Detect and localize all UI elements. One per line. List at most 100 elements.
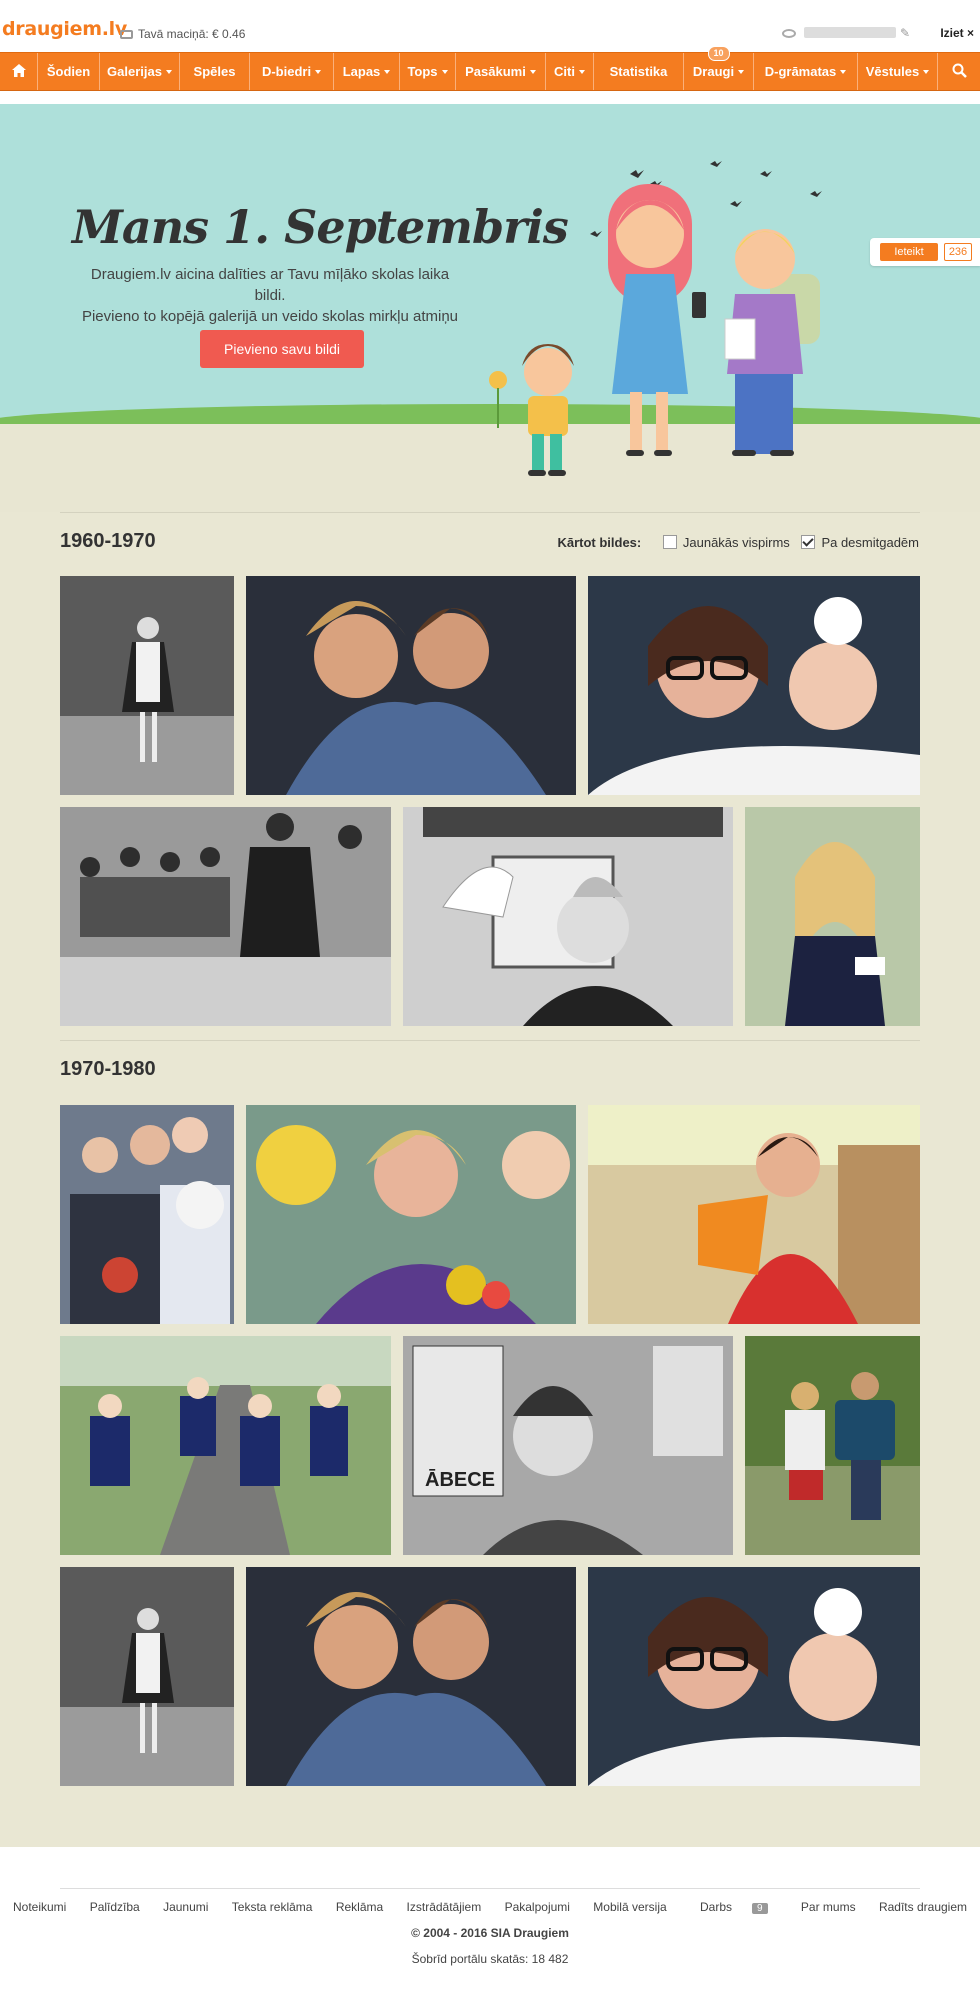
- section-title-1970: 1970-1980: [60, 1058, 156, 1080]
- nav-speles[interactable]: Spēles: [180, 53, 250, 90]
- divider: [60, 512, 920, 513]
- footer-link-izstradatajiem[interactable]: Izstrādātājiem: [407, 1900, 482, 1914]
- nav-label: Šodien: [46, 64, 91, 79]
- logout-link[interactable]: Iziet ×: [940, 26, 974, 40]
- gallery-photo[interactable]: [588, 1567, 920, 1786]
- footer-link-reklama[interactable]: Reklāma: [336, 1900, 383, 1914]
- nav-tops[interactable]: Tops: [400, 53, 456, 90]
- user-profile[interactable]: ✎: [781, 26, 910, 40]
- home-button[interactable]: [0, 53, 38, 90]
- edit-pencil-icon[interactable]: ✎: [900, 26, 910, 40]
- eye-icon: [781, 29, 796, 38]
- section-title-1960: 1960-1970: [60, 530, 156, 552]
- copyright: © 2004 - 2016 SIA Draugiem: [411, 1926, 569, 1940]
- wallet-label: Tavā maciņā: € 0.46: [138, 27, 246, 41]
- gallery-photo[interactable]: [246, 576, 576, 795]
- footer-divider: [60, 1888, 920, 1889]
- darbs-badge: 9: [752, 1903, 768, 1914]
- caret-down-icon: [840, 70, 847, 74]
- nav-pasakumi[interactable]: Pasākumi: [456, 53, 546, 90]
- footer-link-palidziba[interactable]: Palīdzība: [90, 1900, 140, 1914]
- friends-badge: 10: [707, 46, 730, 61]
- gallery-photo[interactable]: [60, 576, 234, 795]
- caret-down-icon: [923, 70, 930, 74]
- footer-link-jaunumi[interactable]: Jaunumi: [163, 1900, 208, 1914]
- nav-d-biedri[interactable]: D-biedri: [250, 53, 334, 90]
- photo-bell-girl-bw: [403, 807, 733, 1026]
- footer-links: Noteikumi Palīdzība Jaunumi Teksta reklā…: [0, 1900, 980, 1914]
- wallet-balance[interactable]: Tavā maciņā: € 0.46: [120, 27, 245, 41]
- svg-text:ĀBECE: ĀBECE: [425, 1469, 495, 1491]
- nav-label: Citi: [554, 64, 575, 79]
- gallery-photo[interactable]: [403, 807, 733, 1026]
- photo-girl-bw: [60, 1567, 234, 1786]
- nav-d-gramatas[interactable]: D-grāmatas: [754, 53, 858, 90]
- gallery-photo[interactable]: [60, 1567, 234, 1786]
- nav-label: Lapas: [342, 64, 381, 79]
- hero-text-line1: Draugiem.lv aicina dalīties ar Tavu mīļā…: [90, 266, 450, 304]
- nav-label: Galerijas: [107, 64, 162, 79]
- gallery-main: 1960-1970 Kārtot bildes: Jaunākās vispir…: [0, 512, 980, 1847]
- nav-label: Tops: [407, 64, 438, 79]
- nav-label: Pasākumi: [465, 64, 526, 79]
- like-button[interactable]: Ieteikt: [880, 243, 938, 261]
- nav-label: Draugi: [692, 64, 735, 79]
- gallery-photo[interactable]: [60, 1105, 234, 1324]
- photo-boy-mask: [588, 1105, 920, 1324]
- sort-decades-option[interactable]: Pa desmitgadēm: [801, 535, 919, 550]
- nav-citi[interactable]: Citi: [546, 53, 594, 90]
- gallery-photo[interactable]: [60, 807, 391, 1026]
- checkbox-newest[interactable]: [662, 535, 677, 549]
- like-count: 236: [944, 243, 972, 261]
- nav-statistika[interactable]: Statistika: [594, 53, 684, 90]
- nav-label: Statistika: [609, 64, 668, 79]
- nav-sodien[interactable]: Šodien: [38, 53, 100, 90]
- photo-class-bw: [60, 807, 391, 1026]
- user-name-blurred: [803, 27, 896, 38]
- nav-vestules[interactable]: Vēstules: [858, 53, 938, 90]
- like-label: Ieteikt: [894, 246, 924, 258]
- main-nav: Šodien Galerijas Spēles D-biedri Lapas T…: [0, 46, 980, 91]
- nav-label: Spēles: [193, 64, 236, 79]
- nav-galerijas[interactable]: Galerijas: [100, 53, 180, 90]
- footer-link-teksta-reklama[interactable]: Teksta reklāma: [232, 1900, 313, 1914]
- footer-link-darbs[interactable]: Darbs 9: [690, 1900, 778, 1914]
- footer-link-noteikumi[interactable]: Noteikumi: [13, 1900, 66, 1914]
- footer-link-mobila-versija[interactable]: Mobilā versija: [593, 1900, 666, 1914]
- gallery-photo[interactable]: ĀBECE: [403, 1336, 733, 1555]
- gallery-photo[interactable]: [745, 1336, 920, 1555]
- site-logo[interactable]: draugiem.lv: [2, 18, 127, 40]
- caret-down-icon: [165, 70, 172, 74]
- nav-draugi[interactable]: 10 Draugi: [684, 46, 754, 90]
- checkbox-decades[interactable]: [801, 535, 816, 549]
- photo-selfie-girls: [588, 1567, 920, 1786]
- sort-label: Kārtot bildes:: [557, 535, 642, 550]
- gallery-photo[interactable]: [588, 576, 920, 795]
- photo-selfie-girls: [588, 576, 920, 795]
- sort-newest-option[interactable]: Jaunākās vispirms: [662, 535, 790, 550]
- caret-down-icon: [384, 70, 391, 74]
- gallery-photo[interactable]: [246, 1567, 576, 1786]
- search-icon: [952, 63, 967, 78]
- photo-kids-backpacks: [745, 1336, 920, 1555]
- footer-link-pakalpojumi[interactable]: Pakalpojumi: [505, 1900, 570, 1914]
- divider: [60, 1040, 920, 1041]
- footer-link-par-mums[interactable]: Par mums: [801, 1900, 856, 1914]
- footer-link-radits-draugiem[interactable]: Radīts draugiem: [879, 1900, 967, 1914]
- gallery-photo[interactable]: [246, 1105, 576, 1324]
- gallery-photo[interactable]: [745, 807, 920, 1026]
- photo-abece-bw: ĀBECE: [403, 1336, 733, 1555]
- gallery-photo[interactable]: [60, 1336, 391, 1555]
- gallery-photo[interactable]: [588, 1105, 920, 1324]
- photo-couple-color: [246, 1567, 576, 1786]
- nav-lapas[interactable]: Lapas: [334, 53, 400, 90]
- add-photo-button[interactable]: Pievieno savu bildi: [200, 330, 364, 368]
- search-button[interactable]: [938, 53, 980, 90]
- photo-teens-flowers: [60, 1105, 234, 1324]
- sort-newest-label: Jaunākās vispirms: [682, 535, 790, 550]
- caret-down-icon: [315, 70, 322, 74]
- photo-blonde-girl: [745, 807, 920, 1026]
- sort-decades-label: Pa desmitgadēm: [821, 535, 919, 550]
- wallet-icon: [120, 30, 133, 39]
- hero-banner: Mans 1. Septembris Draugiem.lv aicina da…: [0, 104, 980, 512]
